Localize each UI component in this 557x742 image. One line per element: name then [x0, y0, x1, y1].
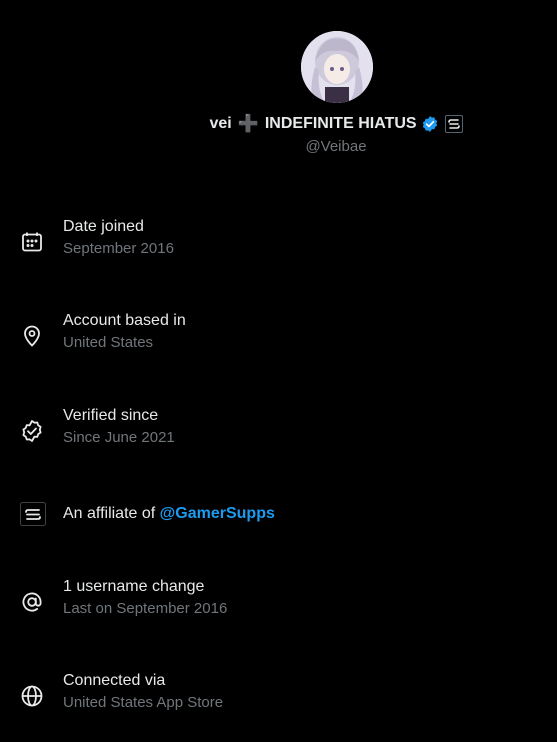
detail-label: Date joined: [63, 218, 144, 235]
location-pin-icon: [20, 324, 44, 348]
verified-badge-icon[interactable]: [421, 115, 439, 133]
detail-value: United States: [63, 334, 154, 351]
handle: @Veibae: [305, 138, 367, 155]
avatar[interactable]: [301, 31, 373, 103]
plus-icon: ➕: [237, 114, 259, 133]
detail-value: Since June 2021: [63, 429, 175, 446]
display-name-prefix: vei: [209, 115, 232, 132]
detail-value: September 2016: [63, 240, 174, 257]
at-sign-icon: [20, 590, 44, 614]
detail-connected-via: Connected via United States App Store: [0, 671, 557, 721]
globe-icon: [20, 684, 44, 708]
display-name: vei ➕ INDEFINITE HIATUS: [0, 114, 557, 134]
verified-outline-icon: [20, 419, 44, 443]
detail-account-based-in: Account based in United States: [0, 311, 557, 361]
affiliate-link[interactable]: @GamerSupps: [160, 505, 275, 522]
detail-value: United States App Store: [63, 694, 224, 711]
detail-date-joined: Date joined September 2016: [0, 217, 557, 267]
affiliate-badge-icon: [20, 502, 46, 526]
detail-label: An affiliate of: [63, 505, 156, 522]
detail-label: 1 username change: [63, 578, 205, 595]
detail-label: Connected via: [63, 672, 166, 689]
detail-verified-since: Verified since Since June 2021: [0, 406, 557, 456]
detail-username-change: 1 username change Last on September 2016: [0, 577, 557, 627]
detail-label: Account based in: [63, 312, 186, 329]
display-name-suffix: INDEFINITE HIATUS: [264, 115, 417, 132]
detail-affiliate: An affiliate of @GamerSupps: [0, 502, 557, 552]
affiliate-badge-icon[interactable]: [444, 115, 463, 133]
detail-value: Last on September 2016: [63, 600, 228, 617]
detail-label: Verified since: [63, 407, 159, 424]
calendar-icon: [20, 230, 44, 254]
